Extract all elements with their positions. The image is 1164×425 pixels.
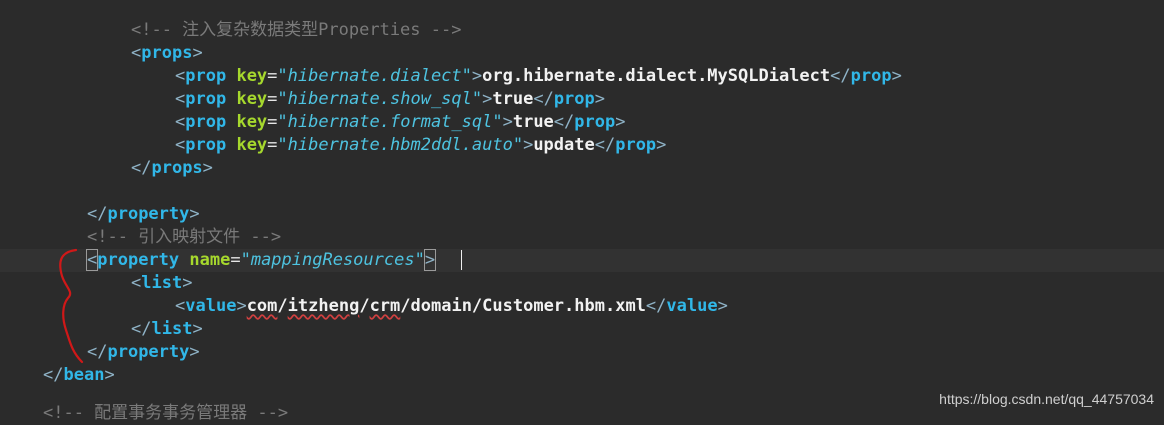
watermark-url: https://blog.csdn.net/qq_44757034 — [939, 391, 1154, 407]
red-brace-annotation — [59, 248, 84, 364]
code-editor[interactable]: <!-- 注入复杂数据类型Properties --> <props> <pro… — [0, 0, 1164, 423]
